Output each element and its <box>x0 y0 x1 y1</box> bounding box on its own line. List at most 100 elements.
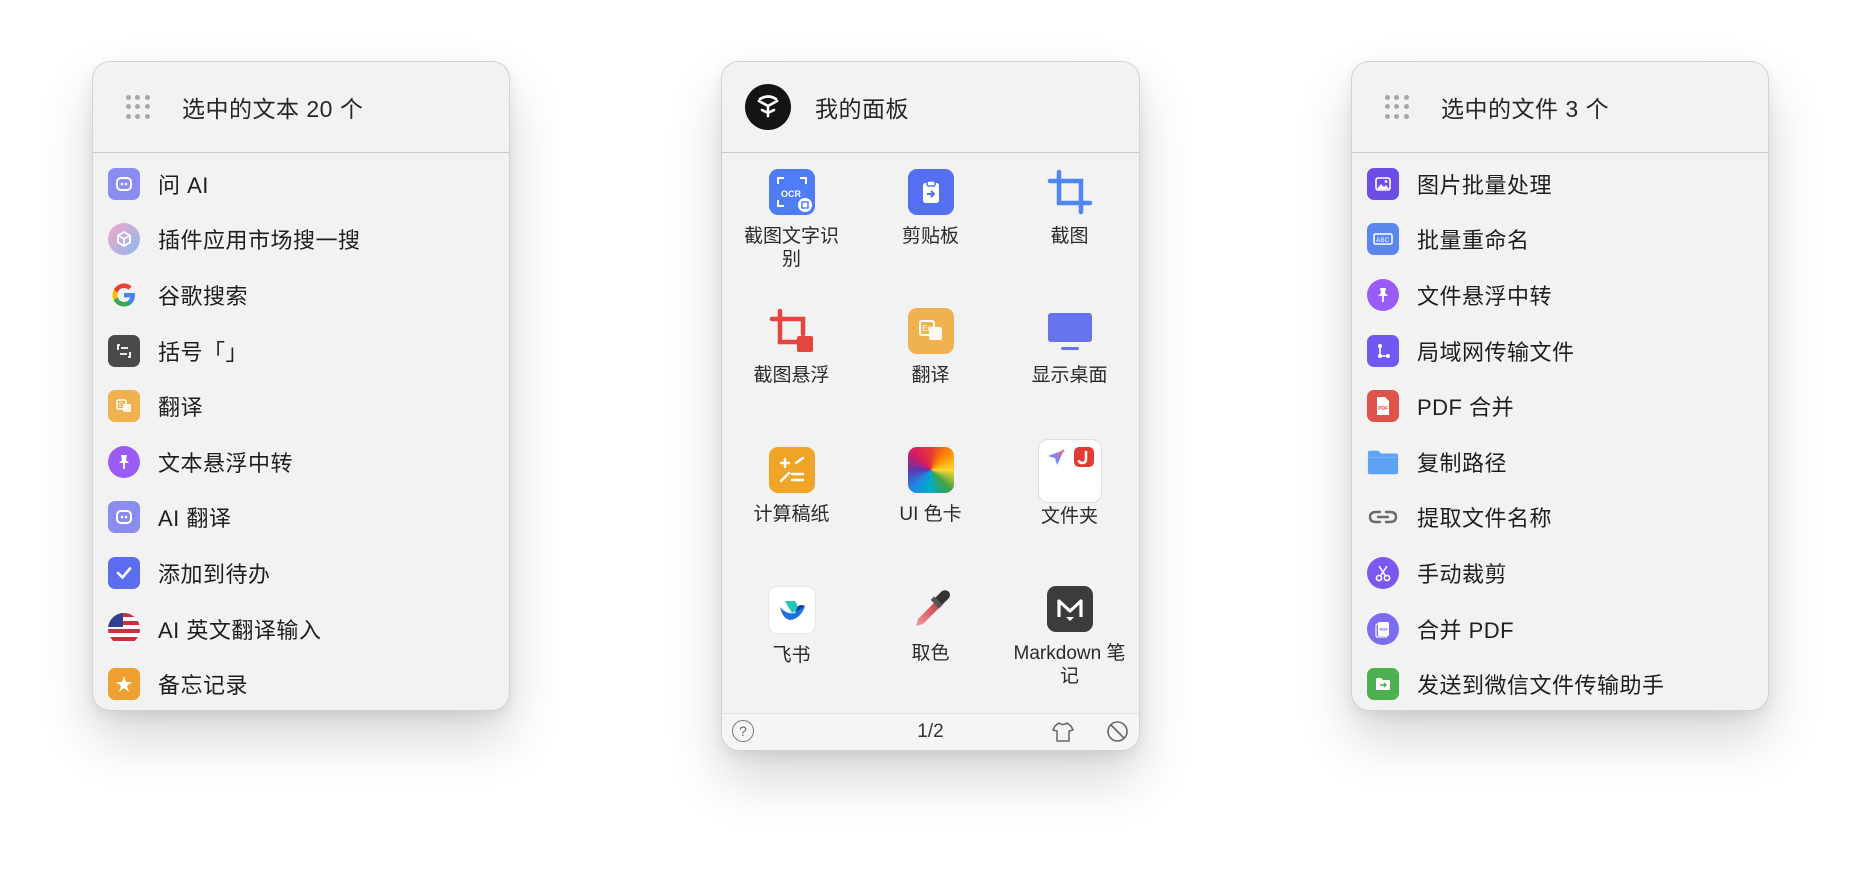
folder-icon <box>1367 446 1399 478</box>
color-card-icon <box>907 447 954 493</box>
action-extract-filenames[interactable]: 提取文件名称 <box>1352 490 1768 546</box>
action-list: 问 AI 插件应用市场搜一搜 谷歌搜索 括号「」 En 翻译 文本悬浮中转 AI… <box>93 153 509 710</box>
tool-markdown-notes[interactable]: Markdown 笔记 <box>1000 570 1139 709</box>
pin-icon <box>1367 278 1399 311</box>
tool-ocr[interactable]: OCR 截图文字识别 <box>722 153 861 292</box>
action-pdf-merge[interactable]: PDF PDF 合并 <box>1352 378 1768 434</box>
action-label: 添加到待办 <box>158 561 271 587</box>
svg-text:En: En <box>119 403 126 409</box>
action-image-batch[interactable]: 图片批量处理 <box>1352 156 1768 212</box>
action-ai-translate[interactable]: AI 翻译 <box>93 490 509 546</box>
panel-title: 选中的文件 3 个 <box>1441 96 1610 122</box>
tool-label: 截图悬浮 <box>753 365 830 386</box>
lan-transfer-icon <box>1367 334 1399 367</box>
tool-grid: OCR 截图文字识别 剪贴板 截图 截图悬浮 En 翻译 显示桌面 计算稿纸 U… <box>722 153 1139 709</box>
action-label: 手动裁剪 <box>1417 561 1508 587</box>
svg-text:OCR: OCR <box>781 189 802 199</box>
folder-apps-icon <box>1037 439 1102 503</box>
selected-text-panel: 选中的文本 20 个 问 AI 插件应用市场搜一搜 谷歌搜索 括号「」 En 翻… <box>92 61 510 711</box>
panel-header: 选中的文件 3 个 <box>1352 62 1768 153</box>
svg-text:PDF: PDF <box>1378 406 1388 412</box>
robot-icon <box>108 501 140 534</box>
action-list: 图片批量处理 ABC 批量重命名 文件悬浮中转 局域网传输文件 PDF PDF … <box>1352 153 1768 710</box>
link-icon <box>1367 501 1399 533</box>
robot-icon <box>108 167 140 200</box>
plugin-store-icon <box>108 223 140 256</box>
image-batch-icon <box>1367 167 1399 200</box>
action-memo[interactable]: 备忘记录 <box>93 656 509 710</box>
tool-eyedropper[interactable]: 取色 <box>861 570 1000 709</box>
action-copy-path[interactable]: 复制路径 <box>1352 434 1768 490</box>
tool-translate[interactable]: En 翻译 <box>861 292 1000 431</box>
shirt-icon[interactable] <box>1051 720 1075 744</box>
tool-screenshot-float[interactable]: 截图悬浮 <box>722 292 861 431</box>
clipboard-icon <box>907 169 954 215</box>
panel-footer: ? 1/2 <box>722 713 1139 750</box>
action-label: 括号「」 <box>158 339 249 365</box>
action-label: 局域网传输文件 <box>1417 339 1575 365</box>
tool-feishu[interactable]: 飞书 <box>722 570 861 709</box>
drag-handle-icon[interactable] <box>124 93 152 121</box>
action-brackets[interactable]: 括号「」 <box>93 323 509 379</box>
action-batch-rename[interactable]: ABC 批量重命名 <box>1352 212 1768 268</box>
action-label: 图片批量处理 <box>1417 172 1553 198</box>
panel-title: 我的面板 <box>815 96 909 122</box>
action-text-float[interactable]: 文本悬浮中转 <box>93 434 509 490</box>
action-send-wechat[interactable]: 发送到微信文件传输助手 <box>1352 656 1768 710</box>
action-label: 文件悬浮中转 <box>1417 283 1553 309</box>
panel-header: 我的面板 <box>722 62 1139 153</box>
action-google-search[interactable]: 谷歌搜索 <box>93 267 509 323</box>
translate-icon: En <box>108 390 140 423</box>
google-icon <box>108 279 140 311</box>
tool-label: 截图 <box>1050 226 1089 247</box>
pin-icon <box>108 445 140 478</box>
forbid-icon[interactable] <box>1106 720 1129 743</box>
my-board-panel: 我的面板 OCR 截图文字识别 剪贴板 截图 截图悬浮 En 翻译 显示桌面 计… <box>721 61 1140 751</box>
crop-icon <box>1047 169 1093 215</box>
action-combine-pdf[interactable]: PDF 合并 PDF <box>1352 601 1768 657</box>
memo-icon <box>108 668 140 701</box>
panel-title: 选中的文本 20 个 <box>182 96 364 122</box>
tool-label: 飞书 <box>772 645 811 666</box>
selected-files-panel: 选中的文件 3 个 图片批量处理 ABC 批量重命名 文件悬浮中转 局域网传输文… <box>1351 61 1769 711</box>
desktop-icon <box>1047 308 1093 354</box>
action-ask-ai[interactable]: 问 AI <box>93 156 509 212</box>
action-manual-crop[interactable]: 手动裁剪 <box>1352 545 1768 601</box>
action-label: AI 英文翻译输入 <box>158 617 322 643</box>
app-logo-icon[interactable] <box>745 84 791 130</box>
tool-label: 截图文字识别 <box>743 226 839 270</box>
action-plugin-search[interactable]: 插件应用市场搜一搜 <box>93 212 509 268</box>
translate-icon: En <box>907 308 954 354</box>
crop-float-icon <box>769 308 815 354</box>
tool-show-desktop[interactable]: 显示桌面 <box>1000 292 1139 431</box>
pdf-icon: PDF <box>1367 390 1399 423</box>
action-ai-english-input[interactable]: AI 英文翻译输入 <box>93 601 509 657</box>
page-indicator: 1/2 <box>917 721 944 742</box>
action-label: 合并 PDF <box>1417 617 1515 643</box>
tool-label: 文件夹 <box>1040 506 1098 527</box>
tool-label: 取色 <box>911 643 950 664</box>
tool-label: 剪贴板 <box>901 226 959 247</box>
action-label: 批量重命名 <box>1417 228 1530 254</box>
action-label: PDF 合并 <box>1417 395 1515 421</box>
markdown-icon <box>1046 586 1093 632</box>
action-lan-transfer[interactable]: 局域网传输文件 <box>1352 323 1768 379</box>
action-translate[interactable]: En 翻译 <box>93 378 509 434</box>
tool-ui-color-card[interactable]: UI 色卡 <box>861 431 1000 570</box>
action-label: 翻译 <box>158 395 204 421</box>
tool-screenshot[interactable]: 截图 <box>1000 153 1139 292</box>
tool-label: 计算稿纸 <box>753 504 830 525</box>
ocr-icon: OCR <box>768 169 815 215</box>
action-label: 发送到微信文件传输助手 <box>1417 673 1665 699</box>
tool-folder[interactable]: 文件夹 <box>1000 431 1139 570</box>
action-label: AI 翻译 <box>158 506 232 532</box>
tool-label: UI 色卡 <box>899 504 962 525</box>
panel-header: 选中的文本 20 个 <box>93 62 509 153</box>
action-label: 备忘记录 <box>158 673 249 699</box>
drag-handle-icon[interactable] <box>1383 93 1411 121</box>
action-label: 文本悬浮中转 <box>158 450 294 476</box>
action-file-float[interactable]: 文件悬浮中转 <box>1352 267 1768 323</box>
tool-calculator[interactable]: 计算稿纸 <box>722 431 861 570</box>
tool-clipboard[interactable]: 剪贴板 <box>861 153 1000 292</box>
action-add-todo[interactable]: 添加到待办 <box>93 545 509 601</box>
